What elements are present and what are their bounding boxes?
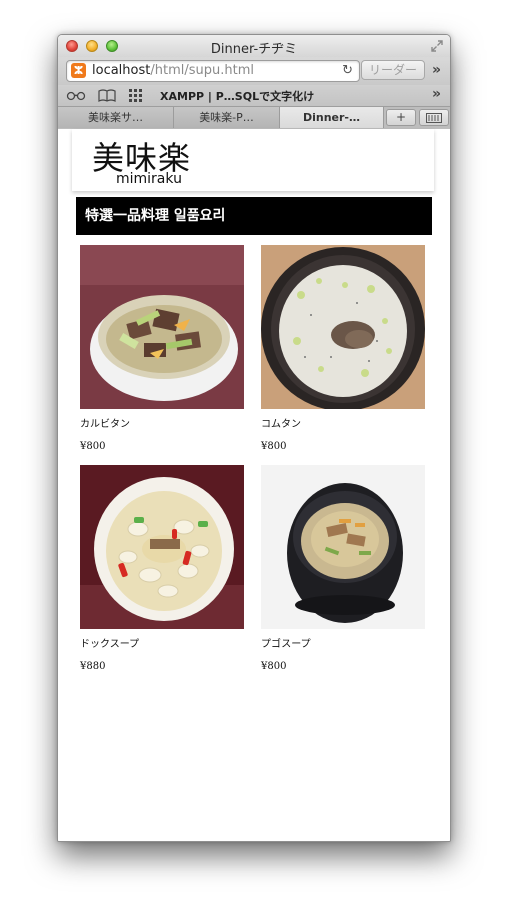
gomtang-photo[interactable] (261, 245, 425, 409)
product-price: ¥800 (80, 441, 106, 452)
glasses-icon[interactable] (66, 89, 86, 101)
tab-overview-icon (426, 113, 442, 123)
product-name: プゴスープ (261, 639, 311, 650)
tab-bar: 美味楽サ… 美味楽-P… Dinner-… + (58, 107, 450, 130)
product-name: ドックスープ (80, 639, 140, 650)
product-name: カルビタン (80, 419, 130, 430)
tab-2[interactable]: 美味楽-P… (174, 107, 280, 128)
url-path: /html/supu.html (150, 63, 254, 78)
tab-3-active[interactable]: Dinner-… (280, 107, 384, 128)
galbitang-photo[interactable] (80, 245, 244, 409)
window-title: Dinner-チヂミ (210, 42, 298, 57)
url-field[interactable]: ⵣ localhost/html/supu.html ↻ (66, 60, 360, 82)
new-tab-button[interactable]: + (386, 109, 416, 126)
product-name: コムタン (261, 419, 301, 430)
bookmark-item[interactable]: XAMPP | P…SQLで文字化け (160, 88, 314, 104)
product-price: ¥880 (80, 661, 106, 672)
category-heading: 特選一品料理 일품요리 (76, 197, 432, 235)
tab-overview-button[interactable] (419, 109, 449, 126)
toolbar-overflow-icon[interactable]: » (432, 62, 441, 78)
bookmarks-bar: XAMPP | P…SQLで文字化け » (58, 85, 450, 107)
bookmarks-overflow-icon[interactable]: » (432, 86, 441, 102)
grid-icon[interactable] (129, 89, 143, 102)
reload-icon[interactable]: ↻ (342, 63, 353, 78)
reader-button[interactable]: リーダー (361, 60, 425, 80)
xampp-icon: ⵣ (71, 63, 86, 78)
bugeo-soup-photo[interactable] (261, 465, 425, 629)
product-price: ¥800 (261, 661, 287, 672)
fullscreen-icon[interactable] (430, 39, 444, 53)
title-bar: Dinner-チヂミ (58, 35, 450, 57)
tab-1[interactable]: 美味楽サ… (58, 107, 174, 128)
product-price: ¥800 (261, 441, 287, 452)
book-icon[interactable] (98, 89, 116, 102)
site-logo-roman: mimiraku (116, 171, 182, 187)
page-viewport: 美味楽 mimiraku 特選一品料理 일품요리 カルビタン ¥800 コムタン… (58, 129, 450, 841)
address-toolbar: ⵣ localhost/html/supu.html ↻ リーダー » (58, 57, 450, 85)
url-host: localhost (92, 63, 151, 78)
url-text[interactable]: localhost/html/supu.html (92, 63, 254, 78)
site-header: 美味楽 mimiraku (72, 129, 434, 191)
browser-window: Dinner-チヂミ ⵣ localhost/html/supu.html ↻ … (57, 34, 451, 842)
tteok-soup-photo[interactable] (80, 465, 244, 629)
